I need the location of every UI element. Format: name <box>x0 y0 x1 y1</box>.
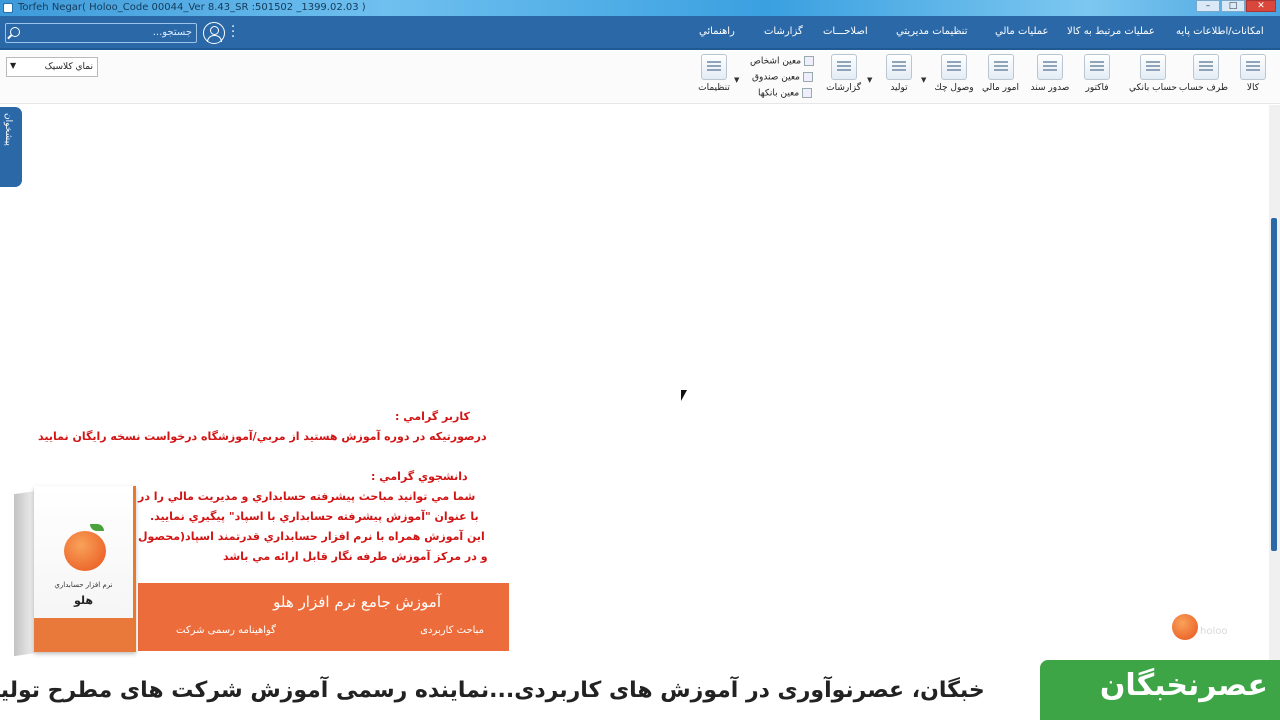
user-icon[interactable] <box>203 22 225 44</box>
product-box-front: نرم افزار حسابداري هلو <box>34 486 136 652</box>
app-icon <box>3 3 13 13</box>
toolbar-cashbox-ledger-link[interactable]: معين صندوق <box>752 72 814 83</box>
toolbar-bank-account-label: حساب بانکي <box>1129 83 1177 93</box>
ticker-logo: عصرنخبگان <box>1040 660 1280 720</box>
news-ticker: خبگان، عصرنوآوری در آموزش های کاربردی...… <box>0 665 1040 720</box>
factory-icon <box>886 54 912 80</box>
menu-management-settings[interactable]: تنظيمات مديريتي <box>896 26 967 37</box>
toolbar-settings-button[interactable]: تنظيمات <box>697 54 731 93</box>
toolbar-goods-label: کالا <box>1246 83 1260 93</box>
course-banner-subtitle-left: گواهینامه رسمی شرکت <box>176 625 276 636</box>
toolbar-invoice-label: فاکتور <box>1085 83 1109 93</box>
maximize-button[interactable]: □ <box>1221 0 1245 12</box>
toolbar-account-party-button[interactable]: طرف حساب <box>1178 54 1228 93</box>
course-banner-title: آموزش جامع نرم افزار هلو <box>273 593 441 611</box>
toolbar-issue-doc-button[interactable]: صدور سند <box>1030 54 1070 93</box>
window-title-bar: Torfeh Negar( Holoo_Code 00044_Ver 8.43_… <box>0 0 1280 16</box>
toolbar-account-party-label: طرف حساب <box>1178 83 1228 93</box>
menu-goods-ops[interactable]: عمليات مرتبط به کالا <box>1067 26 1155 37</box>
bank-icon <box>1140 54 1166 80</box>
search-icon[interactable] <box>10 27 20 37</box>
settings-dropdown-icon[interactable]: ▼ <box>734 76 739 84</box>
toolbar-cheque-receipt-button[interactable]: وصول چك <box>933 54 975 93</box>
edit-document-icon <box>1037 54 1063 80</box>
theme-select-value: نماي کلاسيک <box>44 62 93 72</box>
notice-student-line-4: و در مرکز آموزش طرفه نگار قابل ارائه مي … <box>223 550 488 563</box>
dashboard-side-tab-label: پیشخوان <box>3 113 13 146</box>
course-banner: آموزش جامع نرم افزار هلو مباحث کاربردی گ… <box>138 583 509 651</box>
toolbar-issue-doc-label: صدور سند <box>1030 83 1070 93</box>
cashbox-icon <box>803 72 814 82</box>
leaf-icon <box>90 524 104 531</box>
menu-help[interactable]: راهنمائي <box>699 26 735 37</box>
chevron-down-icon[interactable]: ▼ <box>10 61 16 70</box>
contact-card-icon <box>1193 54 1219 80</box>
product-box-strip <box>34 618 133 652</box>
window-title: Torfeh Negar( Holoo_Code 00044_Ver 8.43_… <box>18 2 366 13</box>
invoice-icon <box>1084 54 1110 80</box>
notice-student-line-1: شما مي توانيد مباحث پيشرفته حسابداري و م… <box>138 490 476 503</box>
news-ticker-text: خبگان، عصرنوآوری در آموزش های کاربردی...… <box>0 678 985 703</box>
toolbar-bank-ledger-link[interactable]: معين بانکها <box>758 88 813 99</box>
search-placeholder: جستجو... <box>152 27 192 38</box>
reports-dropdown-icon[interactable]: ▼ <box>867 76 872 84</box>
ledger-icon <box>988 54 1014 80</box>
notice-student-heading: دانشجوي گرامي : <box>371 470 468 483</box>
ticker-logo-text: عصرنخبگان <box>1099 668 1268 703</box>
mouse-cursor-icon <box>681 390 687 401</box>
toolbar-financial-affairs-label: امور مالي <box>982 83 1019 93</box>
holoo-watermark-text: holoo <box>1200 626 1228 637</box>
menu-base-info[interactable]: امکانات/اطلاعات پايه <box>1176 26 1264 37</box>
notice-user-text: درصورتيکه در دوره آموزش هستيد از مربي/آم… <box>38 430 487 443</box>
theme-select[interactable]: نماي کلاسيک ▼ <box>6 57 98 77</box>
production-dropdown-icon[interactable]: ▼ <box>921 76 926 84</box>
notice-user-heading: کاربر گرامي : <box>395 410 470 423</box>
toolbar-reports-label: گزارشات <box>826 83 861 93</box>
search-input[interactable]: جستجو... <box>5 23 197 43</box>
product-box-side <box>14 491 36 657</box>
toolbar-settings-label: تنظيمات <box>698 83 730 93</box>
gear-icon <box>701 54 727 80</box>
toolbar: نماي کلاسيک ▼ کالا طرف حساب حساب بانکي ف… <box>0 52 1280 104</box>
more-options-icon[interactable]: · · · <box>231 21 235 44</box>
vertical-scrollbar[interactable] <box>1269 105 1280 665</box>
minimize-button[interactable]: – <box>1196 0 1220 12</box>
toolbar-cheque-receipt-label: وصول چك <box>934 83 974 93</box>
holoo-watermark-icon <box>1172 614 1198 640</box>
notice-student-line-3: اين آموزش همراه با نرم افزار حسابداري قد… <box>138 530 485 543</box>
close-button[interactable]: ✕ <box>1246 0 1276 12</box>
toolbar-person-ledger-link[interactable]: معين اشخاص <box>750 56 815 67</box>
person-icon <box>804 56 815 66</box>
envelope-icon <box>941 54 967 80</box>
toolbar-bank-account-button[interactable]: حساب بانکي <box>1128 54 1178 93</box>
toolbar-goods-button[interactable]: کالا <box>1238 54 1268 93</box>
menu-reports[interactable]: گزارشات <box>764 26 803 37</box>
scrollbar-thumb[interactable] <box>1271 218 1277 551</box>
box-icon <box>1240 54 1266 80</box>
bank-small-icon <box>802 88 813 98</box>
toolbar-production-label: توليد <box>890 83 908 93</box>
menu-financial-ops[interactable]: عمليات مالي <box>995 26 1049 37</box>
toolbar-invoice-button[interactable]: فاکتور <box>1082 54 1112 93</box>
product-box-image: نرم افزار حسابداري هلو <box>14 481 138 657</box>
course-banner-subtitle-right: مباحث کاربردی <box>420 625 484 636</box>
menu-corrections[interactable]: اصلاحـــات <box>823 26 868 37</box>
toolbar-production-button[interactable]: توليد <box>884 54 914 93</box>
chart-icon <box>831 54 857 80</box>
main-menu-bar: جستجو... · · · امکانات/اطلاعات پايه عمليات… <box>0 16 1280 50</box>
dashboard-side-tab[interactable]: پیشخوان <box>0 107 22 187</box>
product-box-name: هلو <box>73 594 93 607</box>
peach-logo-icon <box>64 531 106 571</box>
notice-student-line-2: با عنوان "آموزش پيشرفته حسابداري با اسپا… <box>150 510 479 523</box>
toolbar-financial-affairs-button[interactable]: امور مالي <box>982 54 1019 93</box>
toolbar-reports-button[interactable]: گزارشات <box>826 54 861 93</box>
product-box-subtitle: نرم افزار حسابداري <box>54 581 113 589</box>
